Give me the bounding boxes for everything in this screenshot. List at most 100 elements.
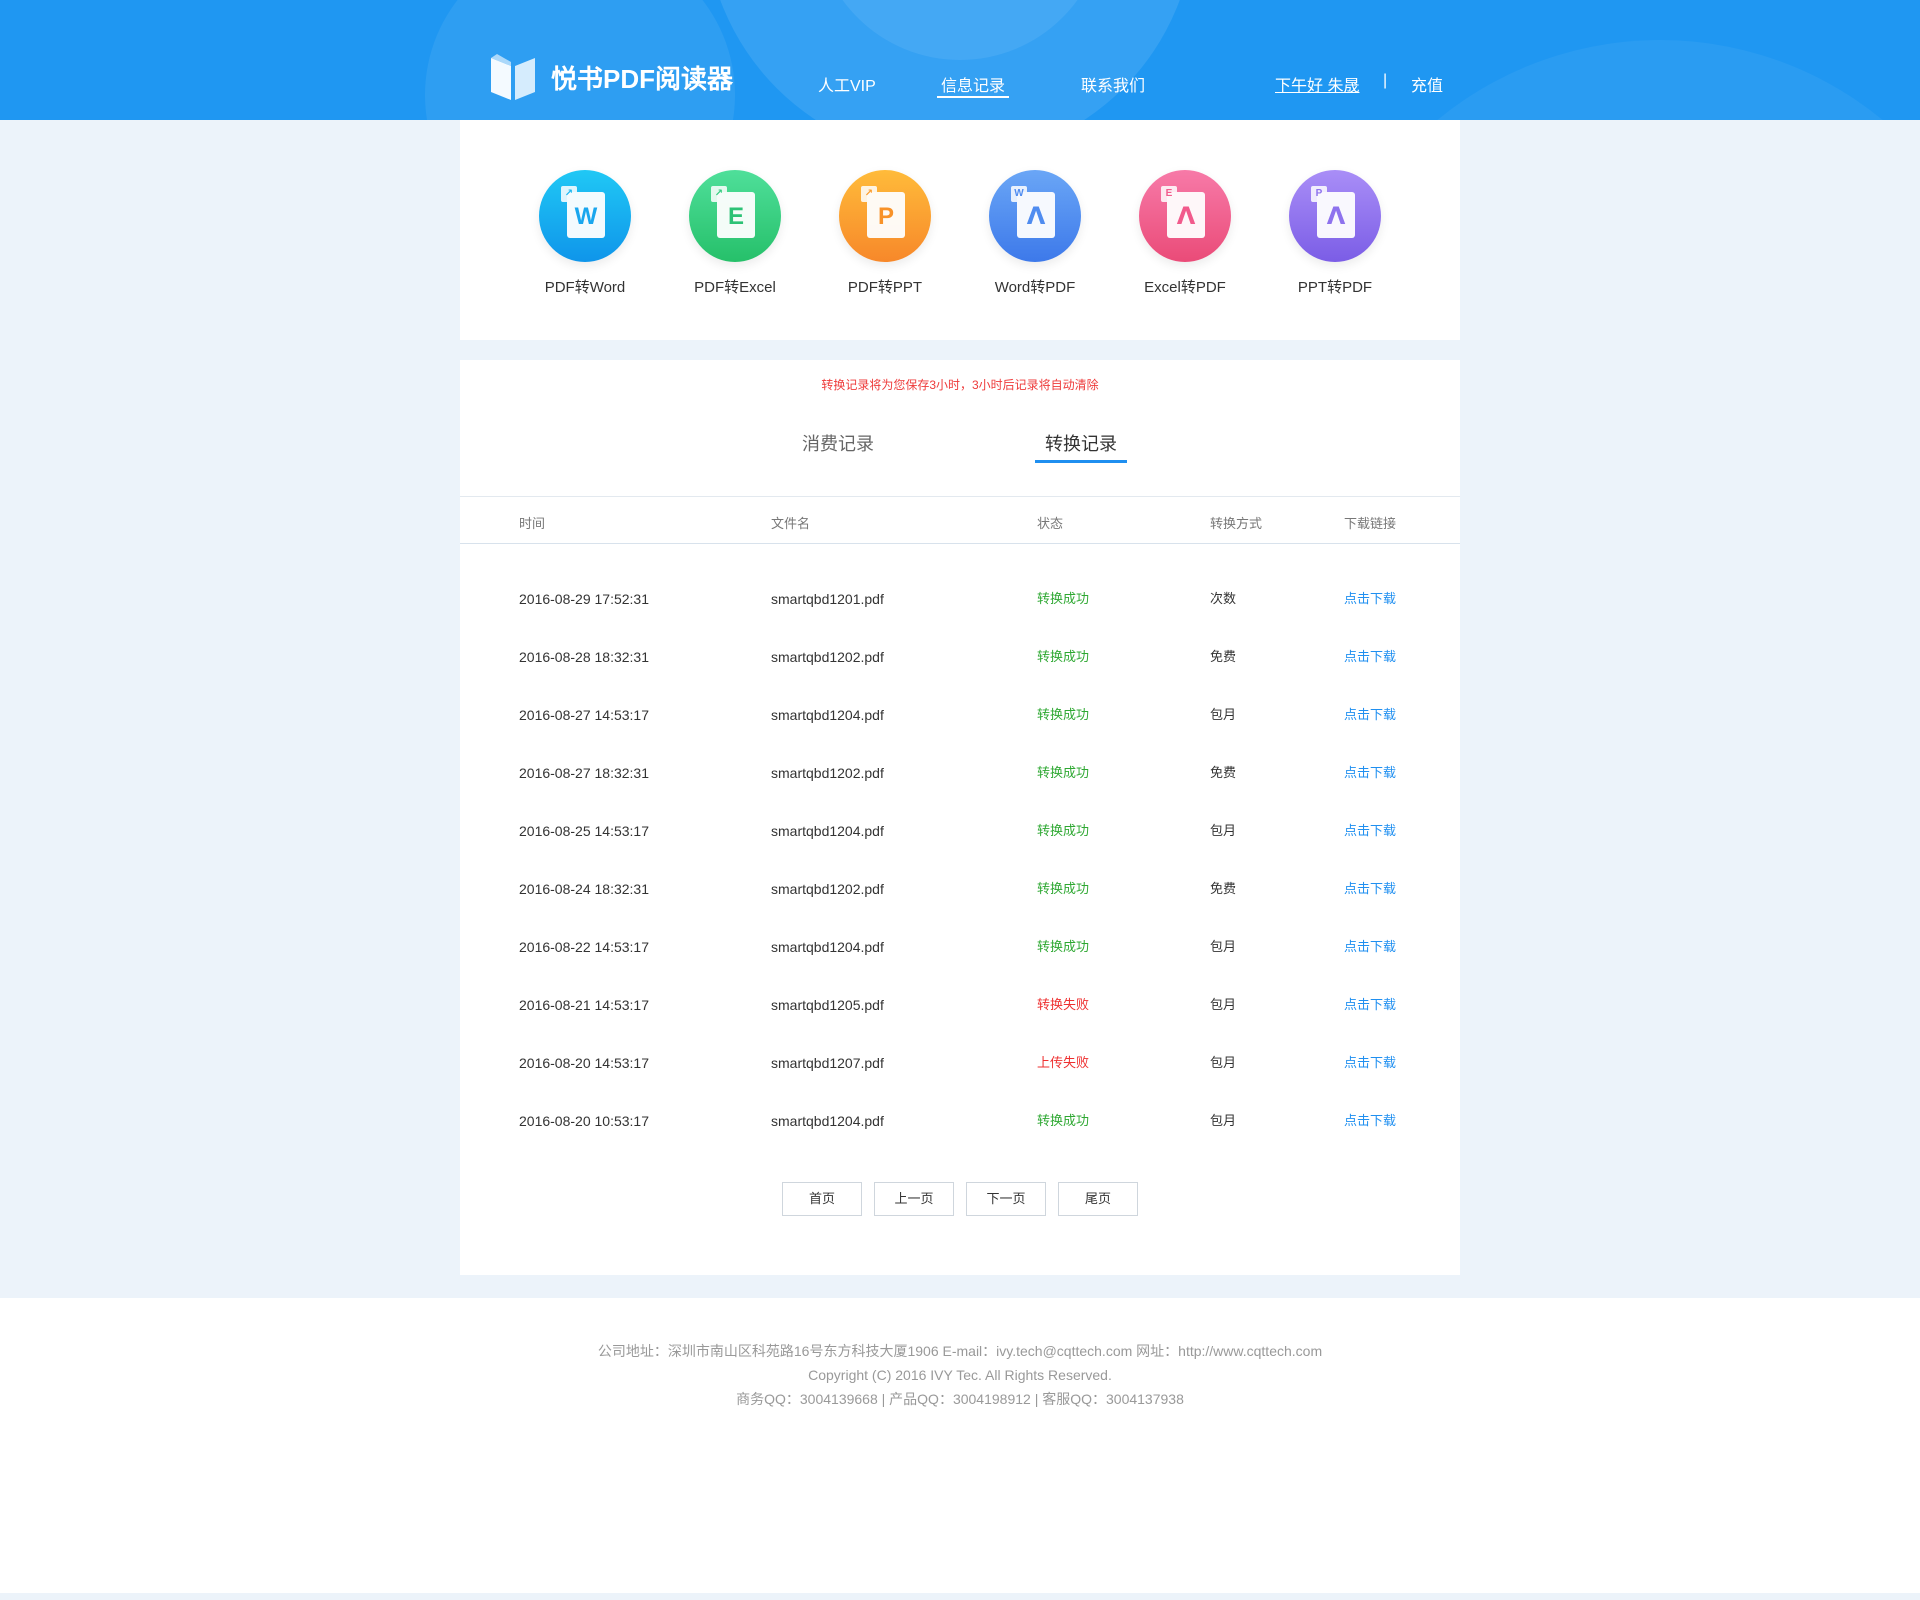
- tool-pdf-to-ppt[interactable]: ↗ P PDF转PPT: [810, 170, 960, 297]
- row-time: 2016-08-24 18:32:31: [519, 881, 649, 897]
- row-status: 转换成功: [1037, 823, 1090, 838]
- table-row: 2016-08-27 14:53:17 smartqbd1204.pdf 转换成功 包…: [460, 705, 1460, 763]
- footer-address: 公司地址：深圳市南山区科苑路16号东方科技大厦1906 E-mail：ivy.t…: [597, 1343, 1323, 1359]
- row-filename: smartqbd1204.pdf: [771, 939, 884, 955]
- table-row: 2016-08-20 10:53:17 smartqbd1204.pdf 转换成功 包…: [460, 1111, 1460, 1169]
- nav-separator: |: [1383, 72, 1388, 89]
- ppt-file-icon: ↗ P: [839, 170, 931, 262]
- download-link[interactable]: 点击下载: [1344, 995, 1396, 1015]
- row-status: 转换成功: [1037, 939, 1090, 954]
- row-filename: smartqbd1204.pdf: [771, 707, 884, 723]
- row-conversion-mode: 免费: [1210, 649, 1237, 664]
- row-status: 转换成功: [1037, 707, 1090, 722]
- table-row: 2016-08-22 14:53:17 smartqbd1204.pdf 转换成功 包…: [460, 937, 1460, 995]
- column-header-download: 下载链接: [1344, 516, 1397, 531]
- column-header-time: 时间: [519, 516, 546, 531]
- page-footer: 公司地址：深圳市南山区科苑路16号东方科技大厦1906 E-mail：ivy.t…: [0, 1298, 1920, 1593]
- row-conversion-mode: 免费: [1210, 765, 1237, 780]
- row-time: 2016-08-20 10:53:17: [519, 1113, 649, 1129]
- row-time: 2016-08-27 14:53:17: [519, 707, 649, 723]
- row-status: 转换成功: [1037, 649, 1090, 664]
- row-conversion-mode: 免费: [1210, 881, 1237, 896]
- tool-label: PPT转PDF: [1297, 279, 1373, 296]
- table-header: 时间 文件名 状态 转换方式 下载链接: [460, 496, 1460, 544]
- row-time: 2016-08-22 14:53:17: [519, 939, 649, 955]
- download-link[interactable]: 点击下载: [1344, 763, 1396, 783]
- table-row: 2016-08-29 17:52:31 smartqbd1201.pdf 转换成功 次…: [460, 589, 1460, 647]
- table-row: 2016-08-20 14:53:17 smartqbd1207.pdf 上传失败 包…: [460, 1053, 1460, 1111]
- row-conversion-mode: 包月: [1210, 1113, 1237, 1128]
- next-page-button[interactable]: 下一页: [966, 1182, 1046, 1216]
- row-filename: smartqbd1207.pdf: [771, 1055, 884, 1071]
- row-filename: smartqbd1202.pdf: [771, 881, 884, 897]
- download-link[interactable]: 点击下载: [1344, 647, 1396, 667]
- pdf-file-icon: Pᐱ: [1289, 170, 1381, 262]
- tool-excel-to-pdf[interactable]: Eᐱ Excel转PDF: [1110, 170, 1260, 297]
- row-filename: smartqbd1202.pdf: [771, 765, 884, 781]
- word-file-icon: ↗ W: [539, 170, 631, 262]
- excel-file-icon: ↗ E: [689, 170, 781, 262]
- row-filename: smartqbd1205.pdf: [771, 997, 884, 1013]
- pdf-file-icon: Wᐱ: [989, 170, 1081, 262]
- retention-notice: 转换记录将为您保存3小时，3小时后记录将自动清除: [821, 378, 1099, 392]
- recharge-link[interactable]: 充值: [1411, 72, 1443, 96]
- row-status: 转换成功: [1037, 1113, 1090, 1128]
- row-status: 上传失败: [1037, 1055, 1090, 1070]
- prev-page-button[interactable]: 上一页: [874, 1182, 954, 1216]
- row-time: 2016-08-29 17:52:31: [519, 591, 649, 607]
- footer-contact-qq: 商务QQ：3004139668 | 产品QQ：3004198912 | 客服QQ…: [736, 1391, 1184, 1407]
- row-status: 转换成功: [1037, 591, 1090, 606]
- tool-label: PDF转Word: [544, 279, 626, 296]
- footer-copyright: Copyright (C) 2016 IVY Tec. All Rights R…: [808, 1367, 1112, 1383]
- records-panel: 转换记录将为您保存3小时，3小时后记录将自动清除 消费记录 转换记录 时间 文件…: [460, 360, 1460, 1275]
- row-time: 2016-08-20 14:53:17: [519, 1055, 649, 1071]
- tool-label: Word转PDF: [994, 279, 1076, 296]
- tool-label: PDF转PPT: [847, 279, 923, 296]
- row-time: 2016-08-21 14:53:17: [519, 997, 649, 1013]
- download-link[interactable]: 点击下载: [1344, 821, 1396, 841]
- row-filename: smartqbd1204.pdf: [771, 1113, 884, 1129]
- download-link[interactable]: 点击下载: [1344, 937, 1396, 957]
- table-row: 2016-08-24 18:32:31 smartqbd1202.pdf 转换成功 免…: [460, 879, 1460, 937]
- top-header: 悦书PDF阅读器 人工VIP 信息记录 联系我们 下午好 朱晟 | 充值: [0, 0, 1920, 120]
- download-link[interactable]: 点击下载: [1344, 705, 1396, 725]
- column-header-mode: 转换方式: [1210, 516, 1263, 531]
- tool-label: Excel转PDF: [1144, 279, 1226, 296]
- tool-pdf-to-excel[interactable]: ↗ E PDF转Excel: [660, 170, 810, 297]
- user-greeting-link[interactable]: 下午好 朱晟: [1275, 72, 1359, 96]
- tab-consumption-records[interactable]: 消费记录: [802, 430, 874, 456]
- table-row: 2016-08-28 18:32:31 smartqbd1202.pdf 转换成功 免…: [460, 647, 1460, 705]
- column-header-filename: 文件名: [771, 516, 811, 531]
- row-conversion-mode: 包月: [1210, 997, 1237, 1012]
- row-conversion-mode: 次数: [1210, 591, 1237, 606]
- column-header-status: 状态: [1037, 516, 1064, 531]
- tool-label: PDF转Excel: [694, 279, 776, 296]
- table-row: 2016-08-27 18:32:31 smartqbd1202.pdf 转换成功 免…: [460, 763, 1460, 821]
- tool-word-to-pdf[interactable]: Wᐱ Word转PDF: [960, 170, 1110, 297]
- row-conversion-mode: 包月: [1210, 1055, 1237, 1070]
- main-nav: 人工VIP 信息记录 联系我们 下午好 朱晟 | 充值: [0, 72, 1920, 102]
- download-link[interactable]: 点击下载: [1344, 589, 1396, 609]
- row-time: 2016-08-27 18:32:31: [519, 765, 649, 781]
- conversion-tools-panel: ↗ W PDF转Word ↗ E PDF转Excel ↗ P PDF转PPT Wᐱ W…: [460, 120, 1460, 340]
- download-link[interactable]: 点击下载: [1344, 1053, 1396, 1073]
- nav-item-records[interactable]: 信息记录: [936, 72, 1010, 98]
- nav-item-contact[interactable]: 联系我们: [1081, 72, 1145, 96]
- first-page-button[interactable]: 首页: [782, 1182, 862, 1216]
- row-conversion-mode: 包月: [1210, 707, 1237, 722]
- row-conversion-mode: 包月: [1210, 939, 1237, 954]
- row-status: 转换失败: [1037, 997, 1090, 1012]
- download-link[interactable]: 点击下载: [1344, 1111, 1396, 1131]
- row-status: 转换成功: [1037, 765, 1090, 780]
- tab-conversion-records[interactable]: 转换记录: [1035, 430, 1127, 463]
- pdf-file-icon: Eᐱ: [1139, 170, 1231, 262]
- tool-pdf-to-word[interactable]: ↗ W PDF转Word: [510, 170, 660, 297]
- row-conversion-mode: 包月: [1210, 823, 1237, 838]
- row-filename: smartqbd1202.pdf: [771, 649, 884, 665]
- row-filename: smartqbd1201.pdf: [771, 591, 884, 607]
- download-link[interactable]: 点击下载: [1344, 879, 1396, 899]
- tool-ppt-to-pdf[interactable]: Pᐱ PPT转PDF: [1260, 170, 1410, 297]
- last-page-button[interactable]: 尾页: [1058, 1182, 1138, 1216]
- nav-item-vip[interactable]: 人工VIP: [818, 72, 876, 96]
- table-row: 2016-08-21 14:53:17 smartqbd1205.pdf 转换失败 包…: [460, 995, 1460, 1053]
